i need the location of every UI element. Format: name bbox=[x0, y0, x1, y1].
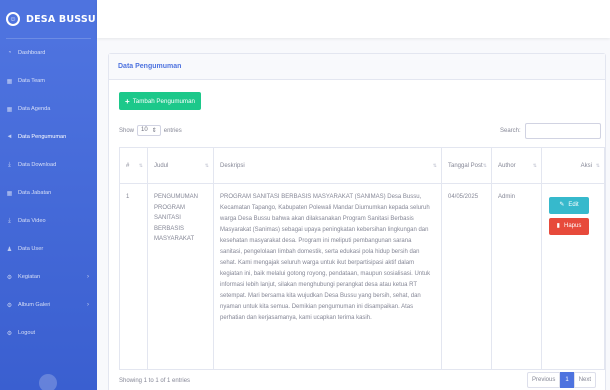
sidebar-item-label: Data Video bbox=[18, 218, 46, 224]
sidebar-item-label: Data User bbox=[18, 246, 44, 252]
row-description: PROGRAM SANITASI BERBASIS MASYARAKAT (SA… bbox=[213, 183, 442, 370]
sidebar-item-label: Album Galeri bbox=[18, 302, 51, 308]
sidebar-item-data-user[interactable]: ♟ Data User bbox=[0, 235, 97, 263]
sidebar-toggle-button[interactable] bbox=[39, 374, 57, 390]
entries-label: entries bbox=[163, 127, 182, 134]
download-icon: ⤓ bbox=[8, 217, 11, 224]
gear-icon: ⚙ bbox=[6, 274, 13, 281]
search-label: Search: bbox=[500, 128, 521, 134]
delete-label: Hapus bbox=[563, 223, 582, 230]
card-header: Data Pengumuman bbox=[109, 54, 605, 80]
row-number: 1 bbox=[119, 183, 148, 370]
entries-select-value: 10 bbox=[141, 127, 148, 133]
table-icon: ▦ bbox=[6, 78, 13, 85]
sort-icon: ⇅ bbox=[204, 162, 209, 169]
sidebar-item-label: Data Jabatan bbox=[18, 190, 52, 196]
table-icon: ▦ bbox=[6, 190, 13, 197]
pagination-next[interactable]: Next bbox=[573, 372, 597, 388]
delete-button[interactable]: ▮ Hapus bbox=[549, 218, 589, 235]
col-header-actions[interactable]: Aksi ⇅ bbox=[541, 147, 605, 184]
gear-icon: ⚙ bbox=[6, 302, 13, 309]
sidebar-item-label: Data Team bbox=[18, 78, 45, 84]
sidebar-item-label: Data Pengumuman bbox=[18, 134, 67, 140]
add-announcement-label: Tambah Pengumuman bbox=[132, 97, 195, 105]
sidebar-item-data-jabatan[interactable]: ▦ Data Jabatan bbox=[0, 179, 97, 207]
sidebar-item-data-pengumuman[interactable]: ◄ Data Pengumuman bbox=[0, 123, 97, 151]
col-header-title[interactable]: Judul ⇅ bbox=[147, 147, 214, 184]
users-icon: ♟ bbox=[6, 246, 13, 253]
sidebar-item-data-team[interactable]: ▦ Data Team bbox=[0, 67, 97, 95]
sidebar-item-logout[interactable]: ⚙ Logout bbox=[0, 319, 97, 347]
table-info: Showing 1 to 1 of 1 entries bbox=[119, 378, 191, 384]
sort-icon: ⇅ bbox=[482, 162, 487, 169]
sidebar-item-label: Data Agenda bbox=[18, 106, 51, 112]
row-author: Admin bbox=[491, 183, 542, 370]
pagination: Previous 1 Next bbox=[527, 372, 597, 388]
announcements-table: # ⇅ Judul ⇅ Deskripsi ⇅ Tanggal Post ⇅ Autho… bbox=[119, 147, 605, 370]
sidebar-nav: ◔ Dashboard ▦ Data Team ▦ Data Agenda ◄ Data Pe… bbox=[0, 39, 97, 347]
topbar bbox=[97, 0, 610, 38]
row-actions: ✎ Edit ▮ Hapus bbox=[541, 183, 605, 370]
sort-icon: ⇅ bbox=[595, 162, 600, 169]
chevron-updown-icon: ⇕ bbox=[151, 128, 157, 134]
row-title: PENGUMUMAN PROGRAM SANITASI BERBASIS MAS… bbox=[147, 183, 214, 370]
length-control: Show 10 ⇕ entries bbox=[119, 125, 182, 136]
col-header-description[interactable]: Deskripsi ⇅ bbox=[213, 147, 442, 184]
sidebar-item-data-agenda[interactable]: ▦ Data Agenda bbox=[0, 95, 97, 123]
table-row: 1 PENGUMUMAN PROGRAM SANITASI BERBASIS M… bbox=[119, 183, 605, 370]
sort-icon: ⇅ bbox=[138, 162, 143, 169]
gauge-icon: ◔ bbox=[7, 50, 12, 56]
chevron-right-icon: › bbox=[87, 302, 89, 308]
chevron-right-icon: › bbox=[87, 274, 89, 280]
sidebar-item-kegiatan[interactable]: ⚙ Kegiatan › bbox=[0, 263, 97, 291]
pencil-icon: ✎ bbox=[559, 202, 565, 209]
sidebar-item-label: Kegiatan bbox=[18, 274, 41, 280]
table-icon: ▦ bbox=[6, 106, 13, 113]
gear-icon: ⚙ bbox=[6, 330, 13, 337]
add-announcement-button[interactable]: + Tambah Pengumuman bbox=[119, 92, 201, 110]
sidebar: ☺ DESA BUSSU ◔ Dashboard ▦ Data Team ▦ Data A… bbox=[0, 0, 97, 390]
pagination-previous[interactable]: Previous bbox=[527, 372, 561, 388]
col-header-author[interactable]: Author ⇅ bbox=[491, 147, 542, 184]
sidebar-item-data-download[interactable]: ⤓ Data Download bbox=[0, 151, 97, 179]
sort-icon: ⇅ bbox=[432, 162, 437, 169]
card-title: Data Pengumuman bbox=[118, 63, 182, 70]
table-header-row: # ⇅ Judul ⇅ Deskripsi ⇅ Tanggal Post ⇅ Autho… bbox=[119, 147, 605, 184]
bullhorn-icon: ◄ bbox=[6, 134, 13, 140]
sidebar-item-label: Dashboard bbox=[18, 50, 46, 56]
download-icon: ⤓ bbox=[8, 161, 11, 168]
brand[interactable]: ☺ DESA BUSSU bbox=[0, 0, 97, 38]
show-label: Show bbox=[119, 127, 135, 134]
plus-icon: + bbox=[125, 96, 130, 106]
sidebar-item-data-video[interactable]: ⤓ Data Video bbox=[0, 207, 97, 235]
edit-label: Edit bbox=[568, 202, 579, 209]
sort-icon: ⇅ bbox=[532, 162, 537, 169]
trash-icon: ▮ bbox=[556, 223, 560, 230]
col-header-number[interactable]: # ⇅ bbox=[119, 147, 148, 184]
sidebar-item-album-galeri[interactable]: ⚙ Album Galeri › bbox=[0, 291, 97, 319]
announcement-card: Data Pengumuman + Tambah Pengumuman Show… bbox=[108, 53, 606, 390]
col-header-date[interactable]: Tanggal Post ⇅ bbox=[441, 147, 492, 184]
smile-icon: ☺ bbox=[6, 12, 20, 26]
row-date: 04/05/2025 bbox=[441, 183, 492, 370]
sidebar-item-label: Data Download bbox=[18, 162, 57, 168]
edit-button[interactable]: ✎ Edit bbox=[549, 197, 589, 214]
sidebar-item-label: Logout bbox=[18, 330, 36, 336]
entries-select[interactable]: 10 ⇕ bbox=[137, 125, 161, 136]
sidebar-item-dashboard[interactable]: ◔ Dashboard bbox=[0, 39, 97, 67]
search-input[interactable] bbox=[524, 123, 601, 139]
pagination-page[interactable]: 1 bbox=[560, 372, 574, 388]
search-control: Search: bbox=[500, 123, 601, 139]
brand-name: DESA BUSSU bbox=[26, 13, 96, 25]
